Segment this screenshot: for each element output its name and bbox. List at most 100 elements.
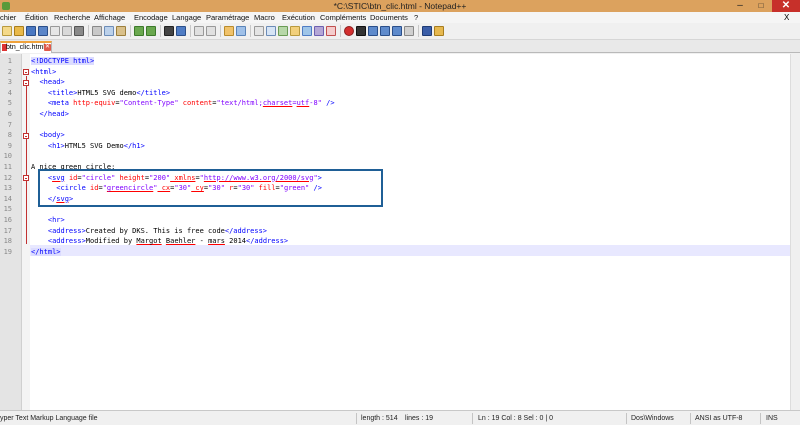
line-number: 12 <box>3 173 12 182</box>
title-bar: *C:\STIC\btn_clic.html - Notepad++ – □ ✕ <box>0 0 800 12</box>
line-number: 17 <box>3 226 12 235</box>
line-number: 7 <box>7 120 12 129</box>
status-lines: lines : 19 <box>405 415 434 422</box>
toolbar-separator <box>418 25 419 37</box>
status-encoding[interactable]: ANSI as UTF-8 <box>695 411 742 425</box>
minimize-button[interactable]: – <box>730 0 750 12</box>
line-number: 4 <box>7 88 12 97</box>
menu-fichier[interactable]: chier <box>0 12 16 23</box>
fold-toggle-icon[interactable] <box>23 175 29 181</box>
line-number: 6 <box>7 110 12 118</box>
toolbar-separator <box>160 25 161 37</box>
tab-bar: btn_clic.html ✕ <box>0 40 800 53</box>
close-document-button[interactable]: X <box>784 12 789 23</box>
menu-help[interactable]: ? <box>414 12 418 23</box>
menu-edition[interactable]: Édition <box>25 12 48 23</box>
code-line-8: <body> <box>39 131 65 140</box>
maximize-button[interactable]: □ <box>751 0 771 12</box>
code-line-18: <address>Modified by Margot Baehler - ma… <box>47 237 289 246</box>
code-line-3: <head> <box>39 78 65 87</box>
line-number: 10 <box>3 152 12 161</box>
toolbar <box>0 23 800 40</box>
code-line-9: <h1>HTML5 SVG Demo</h1> <box>47 141 145 150</box>
redo-icon[interactable] <box>146 26 156 36</box>
run-icon[interactable] <box>404 26 414 36</box>
folder-workspace-icon[interactable] <box>326 26 336 36</box>
plugin-icon[interactable] <box>434 26 444 36</box>
toolbar-separator <box>340 25 341 37</box>
record-macro-icon[interactable] <box>344 26 354 36</box>
vertical-scrollbar[interactable] <box>790 54 800 410</box>
tab-btn-clic-html[interactable]: btn_clic.html ✕ <box>0 41 52 53</box>
cut-icon[interactable] <box>92 26 102 36</box>
status-separator <box>472 413 473 424</box>
find-icon[interactable] <box>164 26 174 36</box>
toolbar-separator <box>130 25 131 37</box>
fold-toggle-icon[interactable] <box>23 79 29 86</box>
status-position: Ln : 19 Col : 8 Sel : 0 | 0 <box>478 415 553 422</box>
menu-execution[interactable]: Exécution <box>282 12 315 23</box>
indent-guide-icon[interactable] <box>278 26 288 36</box>
menu-parametrage[interactable]: Paramétrage <box>206 12 249 23</box>
new-file-icon[interactable] <box>2 26 12 36</box>
sync-h-icon[interactable] <box>236 26 246 36</box>
open-file-icon[interactable] <box>14 26 24 36</box>
close-file-icon[interactable] <box>50 26 60 36</box>
menu-recherche[interactable]: Recherche <box>54 12 90 23</box>
code-line-16: <hr> <box>47 216 65 224</box>
copy-icon[interactable] <box>104 26 114 36</box>
show-all-chars-icon[interactable] <box>266 26 276 36</box>
toolbar-separator <box>190 25 191 37</box>
doc-map-icon[interactable] <box>302 26 312 36</box>
lang-icon[interactable] <box>290 26 300 36</box>
save-icon[interactable] <box>26 26 36 36</box>
word-wrap-icon[interactable] <box>254 26 264 36</box>
function-list-icon[interactable] <box>314 26 324 36</box>
code-line-17: <address>Created by DKS. This is free co… <box>47 226 268 235</box>
zoom-out-icon[interactable] <box>206 26 216 36</box>
tab-label: btn_clic.html <box>6 44 45 51</box>
replace-icon[interactable] <box>176 26 186 36</box>
fold-toggle-icon[interactable] <box>23 132 29 139</box>
status-eol[interactable]: Dos\Windows <box>631 411 674 425</box>
menu-macro[interactable]: Macro <box>254 12 275 23</box>
code-line-4: <title>HTML5 SVG demo</title> <box>47 88 171 97</box>
play-macro-icon[interactable] <box>368 26 378 36</box>
menu-encodage[interactable]: Encodage <box>134 12 168 23</box>
line-number: 3 <box>7 78 12 87</box>
toolbar-separator <box>250 25 251 37</box>
status-length: length : 514 <box>361 415 398 422</box>
sync-scroll-icon[interactable] <box>224 26 234 36</box>
save-macro-icon[interactable] <box>392 26 402 36</box>
print-icon[interactable] <box>74 26 84 36</box>
line-number: 19 <box>3 247 12 256</box>
close-all-icon[interactable] <box>62 26 72 36</box>
status-filetype: yper Text Markup Language file <box>0 415 98 422</box>
code-line-6: </head> <box>39 110 69 118</box>
line-number: 15 <box>3 205 12 214</box>
spell-check-icon[interactable] <box>422 26 432 36</box>
editor[interactable]: 1 2 3 4 5 6 7 8 9 10 11 12 13 14 15 16 1… <box>0 54 800 410</box>
stop-macro-icon[interactable] <box>356 26 366 36</box>
fold-toggle-icon[interactable] <box>23 69 29 75</box>
menu-complements[interactable]: Compléments <box>320 12 366 23</box>
svg-selection-box <box>38 169 383 207</box>
status-insert-mode[interactable]: INS <box>766 411 778 425</box>
toolbar-separator <box>220 25 221 37</box>
save-all-icon[interactable] <box>38 26 48 36</box>
menu-affichage[interactable]: Affichage <box>94 12 125 23</box>
toolbar-separator <box>88 25 89 37</box>
status-separator <box>690 413 691 424</box>
menu-langage[interactable]: Langage <box>172 12 201 23</box>
line-number: 1 <box>7 57 12 65</box>
zoom-in-icon[interactable] <box>194 26 204 36</box>
undo-icon[interactable] <box>134 26 144 36</box>
paste-icon[interactable] <box>116 26 126 36</box>
menu-documents[interactable]: Documents <box>370 12 408 23</box>
play-multiple-icon[interactable] <box>380 26 390 36</box>
menu-bar: chier Édition Recherche Affichage Encoda… <box>0 12 800 23</box>
line-number: 8 <box>7 131 12 140</box>
tab-close-icon[interactable]: ✕ <box>44 44 51 51</box>
close-button[interactable]: ✕ <box>772 0 800 12</box>
line-number: 18 <box>3 237 12 246</box>
